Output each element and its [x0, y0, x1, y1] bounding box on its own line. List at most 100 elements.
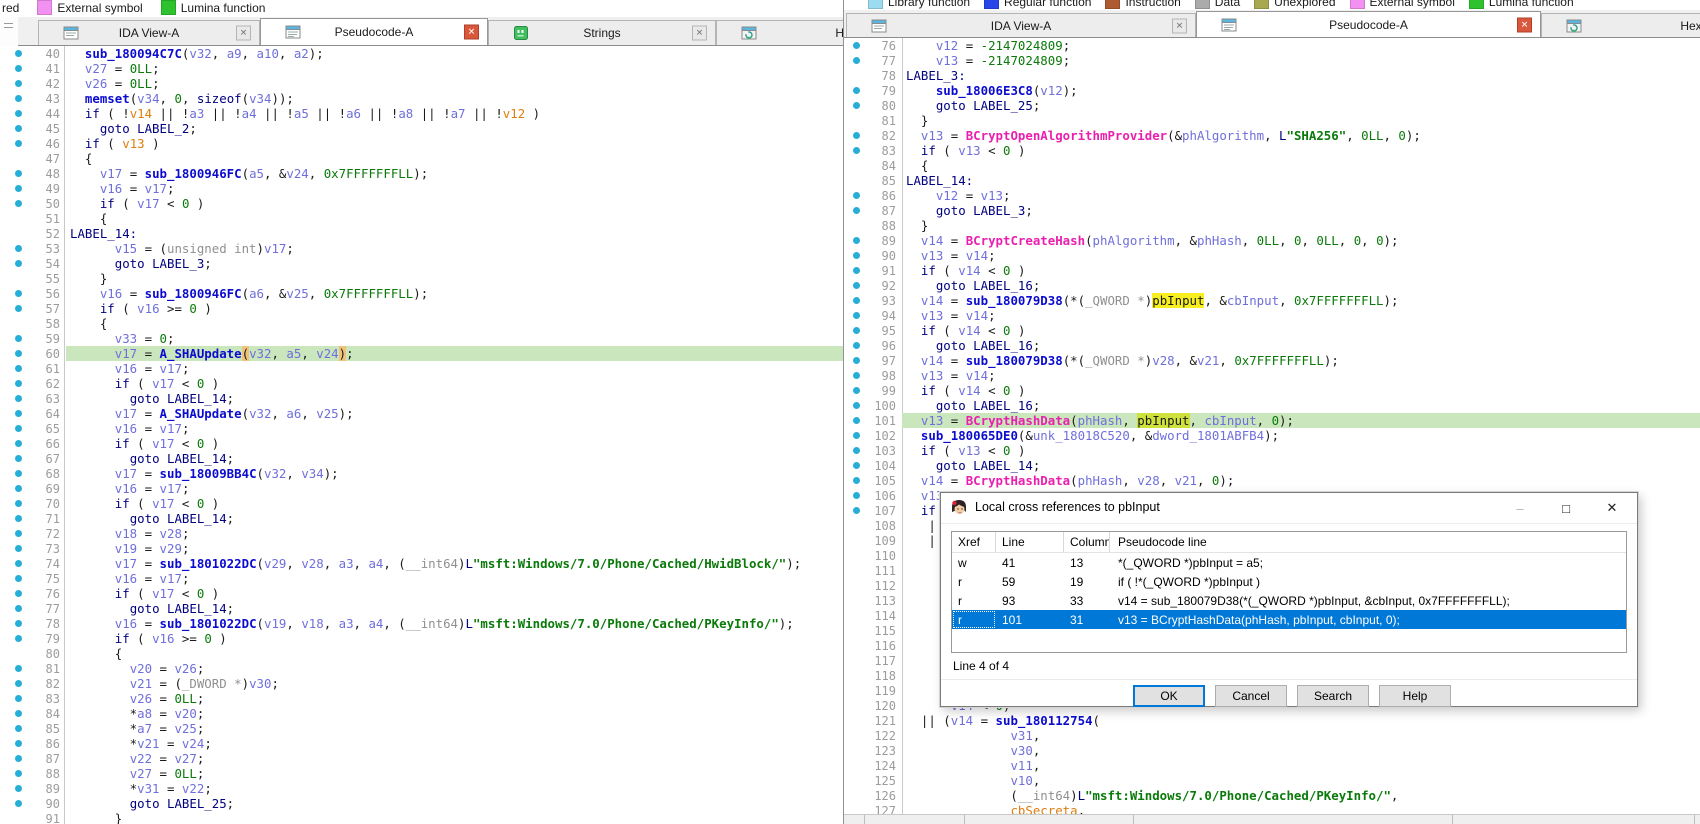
code-line-73[interactable]: 73 v19 = v29; [0, 541, 843, 556]
code-line-82[interactable]: 82 v21 = (_DWORD *)v30; [0, 676, 843, 691]
tab-ida-view-a[interactable]: IDA View-A✕ [846, 13, 1196, 37]
code-line-86[interactable]: 86 v12 = v13; [844, 188, 1700, 203]
code-line-40[interactable]: 40 sub_180094C7C(v32, a9, a10, a2); [0, 46, 843, 61]
code-line-83[interactable]: 83 v26 = 0LL; [0, 691, 843, 706]
column-header-column[interactable]: Column [1064, 532, 1110, 552]
code-line-91[interactable]: 91 } [0, 811, 843, 824]
close-icon[interactable]: ✕ [1517, 17, 1532, 32]
code-line-82[interactable]: 82 v13 = BCryptOpenAlgorithmProvider(&ph… [844, 128, 1700, 143]
code-line-97[interactable]: 97 v14 = sub_180079D38(*(_QWORD *)v28, &… [844, 353, 1700, 368]
code-line-85[interactable]: 85LABEL_14: [844, 173, 1700, 188]
code-line-68[interactable]: 68 v17 = sub_18009BB4C(v32, v34); [0, 466, 843, 481]
code-line-104[interactable]: 104 goto LABEL_14; [844, 458, 1700, 473]
code-line-79[interactable]: 79 sub_18006E3C8(v12); [844, 83, 1700, 98]
close-icon[interactable]: ✕ [692, 26, 707, 41]
code-line-55[interactable]: 55 } [0, 271, 843, 286]
code-line-105[interactable]: 105 v14 = BCryptHashData(phHash, v28, v2… [844, 473, 1700, 488]
code-line-79[interactable]: 79 if ( v16 >= 0 ) [0, 631, 843, 646]
code-line-71[interactable]: 71 goto LABEL_14; [0, 511, 843, 526]
xref-row-3[interactable]: r9333v14 = sub_180079D38(*(_QWORD *)pbIn… [952, 591, 1626, 610]
code-line-72[interactable]: 72 v18 = v28; [0, 526, 843, 541]
code-line-92[interactable]: 92 goto LABEL_16; [844, 278, 1700, 293]
xref-table-header[interactable]: Xref Line Column Pseudocode line [952, 532, 1626, 553]
code-line-76[interactable]: 76 v12 = -2147024809; [844, 38, 1700, 53]
code-line-45[interactable]: 45 goto LABEL_2; [0, 121, 843, 136]
code-line-123[interactable]: 123 v30, [844, 743, 1700, 758]
code-line-103[interactable]: 103 if ( v13 < 0 ) [844, 443, 1700, 458]
code-line-85[interactable]: 85 *a7 = v25; [0, 721, 843, 736]
code-line-57[interactable]: 57 if ( v16 >= 0 ) [0, 301, 843, 316]
code-line-80[interactable]: 80 goto LABEL_25; [844, 98, 1700, 113]
code-line-86[interactable]: 86 *v21 = v24; [0, 736, 843, 751]
tab-hex-view-1[interactable]: Hex View-1 [716, 20, 843, 45]
cancel-button[interactable]: Cancel [1215, 685, 1287, 707]
code-line-81[interactable]: 81 } [844, 113, 1700, 128]
code-line-44[interactable]: 44 if ( !v14 || !a3 || !a4 || !a5 || !a6… [0, 106, 843, 121]
code-line-41[interactable]: 41 v27 = 0LL; [0, 61, 843, 76]
minimize-button[interactable]: – [1509, 497, 1531, 519]
tab-pseudocode-a[interactable]: Pseudocode-A✕ [260, 18, 488, 45]
code-line-88[interactable]: 88 } [844, 218, 1700, 233]
code-line-90[interactable]: 90 v13 = v14; [844, 248, 1700, 263]
code-line-78[interactable]: 78LABEL_3: [844, 68, 1700, 83]
search-button[interactable]: Search [1297, 685, 1369, 707]
xref-row-4[interactable]: r10131v13 = BCryptHashData(phHash, pbInp… [952, 610, 1626, 629]
code-line-61[interactable]: 61 v16 = v17; [0, 361, 843, 376]
code-line-54[interactable]: 54 goto LABEL_3; [0, 256, 843, 271]
code-line-77[interactable]: 77 v13 = -2147024809; [844, 53, 1700, 68]
dialog-title-bar[interactable]: Local cross references to pbInput – □ ✕ [941, 493, 1637, 524]
code-line-48[interactable]: 48 v17 = sub_1800946FC(a5, &v24, 0x7FFFF… [0, 166, 843, 181]
code-line-102[interactable]: 102 sub_180065DE0(&unk_18018C520, &dword… [844, 428, 1700, 443]
code-line-87[interactable]: 87 v22 = v27; [0, 751, 843, 766]
tab-hex[interactable]: Hex [1541, 13, 1700, 37]
code-line-84[interactable]: 84 { [844, 158, 1700, 173]
column-header-line[interactable]: Line [996, 532, 1064, 552]
code-line-47[interactable]: 47 { [0, 151, 843, 166]
code-line-88[interactable]: 88 v27 = 0LL; [0, 766, 843, 781]
code-line-87[interactable]: 87 goto LABEL_3; [844, 203, 1700, 218]
code-line-58[interactable]: 58 { [0, 316, 843, 331]
code-line-69[interactable]: 69 v16 = v17; [0, 481, 843, 496]
code-line-64[interactable]: 64 v17 = A_SHAUpdate(v32, a6, v25); [0, 406, 843, 421]
code-line-126[interactable]: 126 (__int64)L"msft:Windows/7.0/Phone/Ca… [844, 788, 1700, 803]
code-line-101[interactable]: 101 v13 = BCryptHashData(phHash, pbInput… [844, 413, 1700, 428]
tab-pseudocode-a[interactable]: Pseudocode-A✕ [1196, 11, 1541, 37]
close-icon[interactable]: ✕ [1172, 18, 1187, 33]
code-line-59[interactable]: 59 v33 = 0; [0, 331, 843, 346]
code-line-74[interactable]: 74 v17 = sub_1801022DC(v29, v28, a3, a4,… [0, 556, 843, 571]
code-line-75[interactable]: 75 v16 = v17; [0, 571, 843, 586]
code-line-80[interactable]: 80 { [0, 646, 843, 661]
code-line-66[interactable]: 66 if ( v17 < 0 ) [0, 436, 843, 451]
code-line-96[interactable]: 96 goto LABEL_16; [844, 338, 1700, 353]
code-line-94[interactable]: 94 v13 = v14; [844, 308, 1700, 323]
code-line-56[interactable]: 56 v16 = sub_1800946FC(a6, &v25, 0x7FFFF… [0, 286, 843, 301]
code-line-43[interactable]: 43 memset(v34, 0, sizeof(v34)); [0, 91, 843, 106]
code-line-90[interactable]: 90 goto LABEL_25; [0, 796, 843, 811]
code-line-52[interactable]: 52LABEL_14: [0, 226, 843, 241]
code-line-81[interactable]: 81 v20 = v26; [0, 661, 843, 676]
code-line-53[interactable]: 53 v15 = (unsigned int)v17; [0, 241, 843, 256]
code-line-67[interactable]: 67 goto LABEL_14; [0, 451, 843, 466]
code-line-89[interactable]: 89 *v31 = v22; [0, 781, 843, 796]
code-line-76[interactable]: 76 if ( v17 < 0 ) [0, 586, 843, 601]
code-line-50[interactable]: 50 if ( v17 < 0 ) [0, 196, 843, 211]
code-line-122[interactable]: 122 v31, [844, 728, 1700, 743]
code-line-49[interactable]: 49 v16 = v17; [0, 181, 843, 196]
code-line-91[interactable]: 91 if ( v14 < 0 ) [844, 263, 1700, 278]
code-line-84[interactable]: 84 *a8 = v20; [0, 706, 843, 721]
code-line-42[interactable]: 42 v26 = 0LL; [0, 76, 843, 91]
code-line-60[interactable]: 60 v17 = A_SHAUpdate(v32, a5, v24); [0, 346, 843, 361]
column-header-pseudocode-line[interactable]: Pseudocode line [1110, 532, 1626, 552]
code-line-70[interactable]: 70 if ( v17 < 0 ) [0, 496, 843, 511]
code-line-98[interactable]: 98 v13 = v14; [844, 368, 1700, 383]
close-button[interactable]: ✕ [1601, 497, 1623, 519]
code-line-83[interactable]: 83 if ( v13 < 0 ) [844, 143, 1700, 158]
code-line-100[interactable]: 100 goto LABEL_16; [844, 398, 1700, 413]
tab-strings[interactable]: Strings✕ [488, 20, 716, 45]
column-header-xref[interactable]: Xref [952, 532, 996, 552]
close-icon[interactable]: ✕ [236, 26, 251, 41]
code-line-121[interactable]: 121 || (v14 = sub_180112754( [844, 713, 1700, 728]
code-line-99[interactable]: 99 if ( v14 < 0 ) [844, 383, 1700, 398]
code-line-63[interactable]: 63 goto LABEL_14; [0, 391, 843, 406]
xref-row-2[interactable]: r5919if ( !*(_QWORD *)pbInput ) [952, 572, 1626, 591]
